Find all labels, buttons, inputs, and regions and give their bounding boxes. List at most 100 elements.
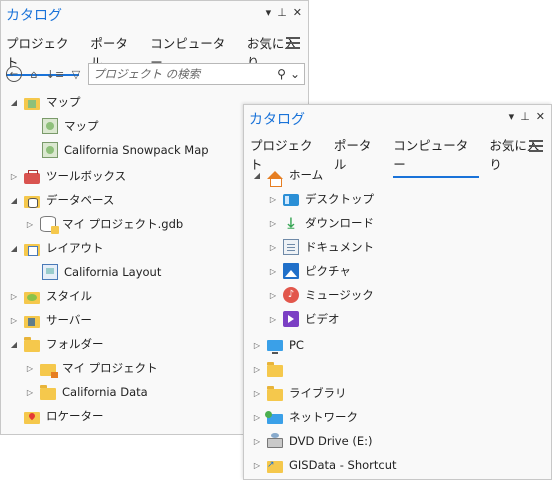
tree-item-label: マイ プロジェクト — [62, 361, 158, 375]
tree-item-label: ビデオ — [305, 312, 340, 326]
tree-item-label: データベース — [46, 193, 115, 207]
folder-icon — [40, 384, 56, 400]
tree-item-california-data[interactable]: ▷ California Data — [25, 381, 148, 403]
tab-portal[interactable]: ポータル — [334, 135, 383, 178]
home-icon — [267, 171, 283, 187]
tree-item-label: California Layout — [64, 265, 162, 279]
tab-computer[interactable]: コンピューター — [393, 135, 480, 178]
tree-item-desktop[interactable]: ▷ デスクトップ — [268, 188, 374, 210]
tree-item-servers[interactable]: ▷ サーバー — [9, 309, 92, 331]
expand-triangle-icon[interactable]: ▷ — [268, 219, 278, 228]
tree-item-videos[interactable]: ▷ ビデオ — [268, 308, 340, 330]
pin-icon[interactable]: ⊥ — [520, 110, 530, 124]
map-icon — [42, 118, 58, 134]
tree-item-folder[interactable]: ▷ — [252, 358, 289, 380]
tree-item-california-layout[interactable]: California Layout — [37, 261, 161, 283]
tree-item-label: レイアウト — [46, 241, 104, 255]
tree-item-downloads[interactable]: ▷ ⤓ ダウンロード — [268, 212, 374, 234]
tree-item-maps[interactable]: ◢ マップ — [9, 91, 81, 113]
tree-item-label: ピクチャ — [305, 264, 351, 278]
expand-triangle-icon[interactable]: ▷ — [252, 413, 262, 422]
documents-icon — [283, 239, 299, 255]
pin-icon[interactable]: ⊥ — [277, 6, 287, 20]
expand-triangle-icon[interactable]: ▷ — [25, 364, 35, 373]
expand-triangle-icon[interactable]: ▷ — [268, 315, 278, 324]
tree-item-music[interactable]: ▷ ♪ ミュージック — [268, 284, 374, 306]
tree-item-network[interactable]: ▷ ネットワーク — [252, 406, 358, 428]
pc-icon — [267, 340, 283, 354]
menu-icon[interactable] — [529, 140, 543, 155]
home-folder-icon — [40, 363, 58, 378]
expand-triangle-icon[interactable]: ▷ — [252, 341, 262, 350]
tree-item-my-project-gdb[interactable]: ▷ マイ プロジェクト.gdb — [25, 213, 183, 235]
close-icon[interactable]: ✕ — [536, 110, 545, 124]
sort-icon[interactable]: ↓≡ — [46, 65, 64, 83]
expand-triangle-icon[interactable]: ▷ — [252, 365, 262, 374]
tree-item-label: サーバー — [46, 313, 92, 327]
tree-item-documents[interactable]: ▷ ドキュメント — [268, 236, 374, 258]
expand-triangle-icon[interactable]: ▷ — [25, 388, 35, 397]
tree-item-pictures[interactable]: ▷ ピクチャ — [268, 260, 351, 282]
expand-triangle-icon[interactable]: ▷ — [9, 316, 19, 325]
expand-triangle-icon[interactable]: ▷ — [252, 437, 262, 446]
options-dropdown-icon[interactable]: ▾ — [266, 6, 272, 20]
tree-item-libraries[interactable]: ▷ ライブラリ — [252, 382, 347, 404]
tree-item-label: スタイル — [46, 289, 92, 303]
menu-icon[interactable] — [286, 37, 300, 52]
tree-item-label: GISData - Shortcut — [289, 458, 397, 472]
tree-item-label: ライブラリ — [289, 386, 347, 400]
close-icon[interactable]: ✕ — [293, 6, 302, 20]
tree-item-label: California Data — [62, 385, 148, 399]
options-dropdown-icon[interactable]: ▾ — [509, 110, 515, 124]
tree-item-locators[interactable]: ロケーター — [19, 405, 104, 427]
server-folder-icon — [24, 315, 40, 328]
collapse-triangle-icon[interactable]: ◢ — [9, 340, 19, 349]
collapse-triangle-icon[interactable]: ◢ — [9, 244, 19, 253]
expand-triangle-icon[interactable]: ▷ — [9, 292, 19, 301]
desktop-icon — [283, 194, 299, 206]
pane-title: カタログ — [6, 8, 62, 24]
expand-triangle-icon[interactable]: ▷ — [268, 291, 278, 300]
catalog-toolbar: ← ⌂ ↓≡ ▽ ⚲ ⌄ — [6, 63, 305, 85]
tree-item-label: マイ プロジェクト.gdb — [62, 217, 184, 231]
tree-item-toolboxes[interactable]: ▷ ツールボックス — [9, 165, 126, 187]
search-dropdown-icon[interactable]: ⌄ — [290, 67, 300, 81]
expand-triangle-icon[interactable]: ▷ — [25, 220, 35, 229]
expand-triangle-icon[interactable]: ▷ — [252, 461, 262, 470]
expand-triangle-icon[interactable]: ▷ — [252, 389, 262, 398]
tree-item-dvd-drive[interactable]: ▷ DVD Drive (E:) — [252, 430, 372, 452]
download-icon: ⤓ — [287, 214, 295, 232]
tree-item-layouts[interactable]: ◢ レイアウト — [9, 237, 104, 259]
map-folder-icon — [24, 97, 40, 110]
toolbox-icon — [24, 169, 40, 184]
collapse-triangle-icon[interactable]: ◢ — [9, 98, 19, 107]
home-button-icon[interactable]: ⌂ — [25, 65, 43, 83]
collapse-triangle-icon[interactable]: ◢ — [252, 171, 262, 180]
filter-icon[interactable]: ▽ — [67, 65, 85, 83]
search-input[interactable] — [93, 67, 274, 81]
tree-item-folders[interactable]: ◢ フォルダー — [9, 333, 104, 355]
tree-item-gisdata-shortcut[interactable]: ▷ GISData - Shortcut — [252, 454, 397, 476]
expand-triangle-icon[interactable]: ▷ — [9, 172, 19, 181]
tree-item-label: マップ — [46, 95, 81, 109]
tree-item-label: ロケーター — [46, 409, 104, 423]
music-icon: ♪ — [283, 287, 299, 303]
back-icon[interactable]: ← — [6, 66, 22, 82]
tree-item-map[interactable]: マップ — [37, 115, 99, 137]
pane-title: カタログ — [249, 112, 305, 128]
tree-item-california-snowpack-map[interactable]: California Snowpack Map — [37, 139, 209, 161]
expand-triangle-icon[interactable]: ▷ — [268, 267, 278, 276]
dvd-drive-icon — [267, 433, 283, 448]
expand-triangle-icon[interactable]: ▷ — [268, 243, 278, 252]
folder-icon — [24, 336, 40, 352]
tree-item-home[interactable]: ◢ ホーム — [252, 164, 323, 187]
tree-item-my-project-folder[interactable]: ▷ マイ プロジェクト — [25, 357, 158, 379]
tree-item-pc[interactable]: ▷ PC — [252, 334, 304, 356]
tree-item-styles[interactable]: ▷ スタイル — [9, 285, 92, 307]
search-box[interactable]: ⚲ ⌄ — [88, 63, 305, 85]
collapse-triangle-icon[interactable]: ◢ — [9, 196, 19, 205]
search-icon[interactable]: ⚲ — [277, 67, 286, 81]
tree-item-label: フォルダー — [46, 337, 104, 351]
expand-triangle-icon[interactable]: ▷ — [268, 195, 278, 204]
tree-item-databases[interactable]: ◢ データベース — [9, 189, 114, 211]
